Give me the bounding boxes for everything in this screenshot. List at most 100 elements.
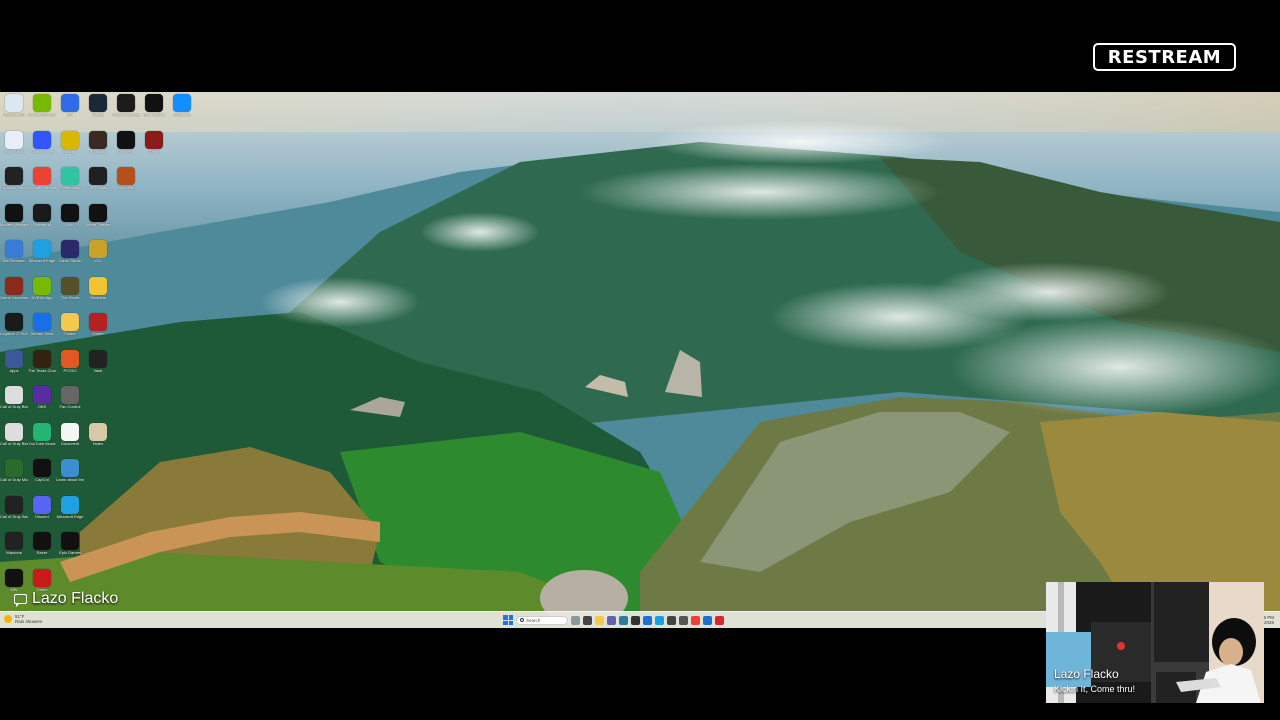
app-icon[interactable] <box>631 615 640 625</box>
desktop-icon[interactable]: Apps <box>0 349 28 387</box>
app-icon[interactable] <box>643 615 652 625</box>
desktop-icon[interactable]: EA <box>56 94 84 131</box>
blank-icon <box>173 386 191 404</box>
desktop-icon[interactable]: OBS Studio <box>84 167 112 204</box>
voicemod-icon <box>33 203 51 222</box>
desktop-icon[interactable]: Game Launcher <box>0 276 28 314</box>
desktop-icon[interactable]: OBS <box>28 386 56 423</box>
desktop-icon-label: Ubisoft Connect <box>112 113 140 117</box>
desktop-icon[interactable]: VLC <box>84 240 112 277</box>
desktop-icon[interactable]: Stream Deck <box>28 313 56 350</box>
desktop-icon[interactable]: Logitech G HUB <box>0 313 28 350</box>
desktop-icon[interactable]: Razer <box>28 532 56 569</box>
desktop-icon-label: CapCut <box>35 478 49 482</box>
app-icon <box>89 240 107 258</box>
desktop-icon[interactable]: Learn about this picture <box>56 459 84 496</box>
desktop-icon-label: VLC <box>94 259 102 263</box>
desktop-icon[interactable]: Call of Duty Modern <box>0 459 28 496</box>
taskbar-search[interactable]: Search <box>516 615 568 625</box>
capcut-icon <box>33 459 51 477</box>
settings-icon[interactable] <box>679 615 688 625</box>
desktop-icon[interactable]: Arc Browser <box>0 240 28 277</box>
desktop-icon[interactable]: Rockstar Games <box>0 167 28 204</box>
desktop-icon[interactable]: Call of Duty Black Ops <box>0 386 28 423</box>
desktop-icon[interactable]: Document <box>56 422 84 460</box>
desktop-icon[interactable]: Epic Games <box>56 532 84 569</box>
cod-icon <box>5 422 23 441</box>
desktop-icon-label: Arc <box>67 222 73 227</box>
desktop-icon[interactable]: Ubisoft Connect <box>112 94 140 131</box>
blank-icon <box>145 459 163 477</box>
desktop-icon[interactable]: Epic Games <box>140 94 168 131</box>
chat-overlay: Lazo Flacko <box>14 590 118 608</box>
copilot-icon[interactable] <box>571 615 580 625</box>
desktop-icon[interactable]: Folder <box>56 313 84 350</box>
blank-icon <box>145 386 163 404</box>
desktop-empty-slot <box>168 240 196 277</box>
desktop-icon[interactable]: Discord <box>28 495 56 533</box>
desktop-icon-label: EA <box>67 113 73 117</box>
desktop-icon-grid: Recycle Bin Nvidia GeForce EA Steam Ubisoft … <box>0 94 196 605</box>
chrome-icon[interactable] <box>691 615 700 625</box>
app-icon[interactable] <box>655 615 664 625</box>
blank-icon <box>145 204 163 222</box>
weather-widget[interactable]: 51°F Rain showers <box>4 614 42 624</box>
desktop-icon[interactable]: Vault <box>84 349 112 387</box>
desktop-icon[interactable]: Streamlabs <box>56 167 84 204</box>
task-view-icon[interactable] <box>583 615 592 625</box>
app-icon <box>5 240 23 258</box>
desktop-icon[interactable]: Call of Duty Black Ops <box>0 422 28 460</box>
desktop-icon[interactable]: Game <box>140 130 168 168</box>
desktop-icon[interactable]: Modern Warfare <box>0 203 28 241</box>
blank-icon <box>117 277 135 295</box>
desktop-icon[interactable]: The Finals <box>56 276 84 314</box>
desktop-icon[interactable]: Notes <box>84 422 112 460</box>
desktop-icon[interactable]: Warzone <box>0 532 28 569</box>
desktop-icon[interactable]: Microsoft Edge <box>56 495 84 533</box>
desktop-icon[interactable]: Arc <box>56 203 84 241</box>
desktop-empty-slot <box>140 496 168 533</box>
search-icon <box>520 618 524 622</box>
desktop-icon[interactable]: Arena Tracker <box>84 203 112 241</box>
desktop-icon[interactable]: Microsoft Edge <box>28 240 56 277</box>
mail-icon[interactable] <box>703 615 712 625</box>
desktop-icon-label: The Finals <box>60 295 80 300</box>
desktop-icon-label: The Texas Chain Saw <box>28 368 56 373</box>
desktop-icon-label: Microsoft Edge <box>56 514 84 519</box>
app-icon[interactable] <box>667 615 676 625</box>
desktop-icon[interactable]: Call of Duty Warzone <box>0 495 28 533</box>
desktop-icon[interactable]: Lazo Flacko <box>0 130 28 168</box>
desktop-icon[interactable]: YouTube Music <box>28 422 56 460</box>
desktop-icon[interactable]: Rockstar <box>84 276 112 314</box>
store-icon[interactable] <box>619 615 628 625</box>
overwolf-icon <box>117 130 135 149</box>
desktop-icon[interactable]: CapCut <box>28 459 56 496</box>
app-icon <box>33 422 51 441</box>
desktop-icon[interactable]: Recycle Bin <box>0 94 28 131</box>
desktop-icon[interactable]: Fan Control <box>56 386 84 423</box>
desktop-icon[interactable]: Battle.net <box>168 94 196 131</box>
app-icon[interactable] <box>715 615 724 625</box>
desktop-empty-slot <box>140 313 168 350</box>
desktop-icon[interactable]: Valorant <box>56 130 84 168</box>
desktop-icon[interactable]: Overwolf <box>112 130 140 168</box>
teams-icon[interactable] <box>607 615 616 625</box>
desktop-icon[interactable]: Roblox Player <box>28 130 56 168</box>
desktop-empty-slot <box>140 350 168 387</box>
desktop-icon[interactable]: Steam <box>84 94 112 131</box>
desktop-icon-label: PCSX2 <box>63 368 77 373</box>
desktop-icon[interactable]: Camo Studio <box>56 240 84 277</box>
desktop-icon[interactable]: Bloxstrap <box>84 130 112 168</box>
desktop-icon[interactable]: PCSX2 <box>56 349 84 387</box>
start-button[interactable] <box>503 615 513 625</box>
desktop-icon[interactable]: Google Chrome <box>28 167 56 204</box>
desktop-empty-slot <box>112 204 140 241</box>
desktop-icon[interactable]: Game <box>84 313 112 350</box>
desktop-icon[interactable]: The Texas Chain Saw <box>28 349 56 387</box>
blank-icon <box>89 496 107 514</box>
desktop-icon[interactable]: Mod Menu <box>112 167 140 204</box>
file-explorer-icon[interactable] <box>595 615 604 625</box>
desktop-icon[interactable]: Voicemod <box>28 203 56 241</box>
desktop-icon[interactable]: NVIDIA App <box>28 276 56 314</box>
desktop-icon[interactable]: Nvidia GeForce <box>28 94 56 131</box>
